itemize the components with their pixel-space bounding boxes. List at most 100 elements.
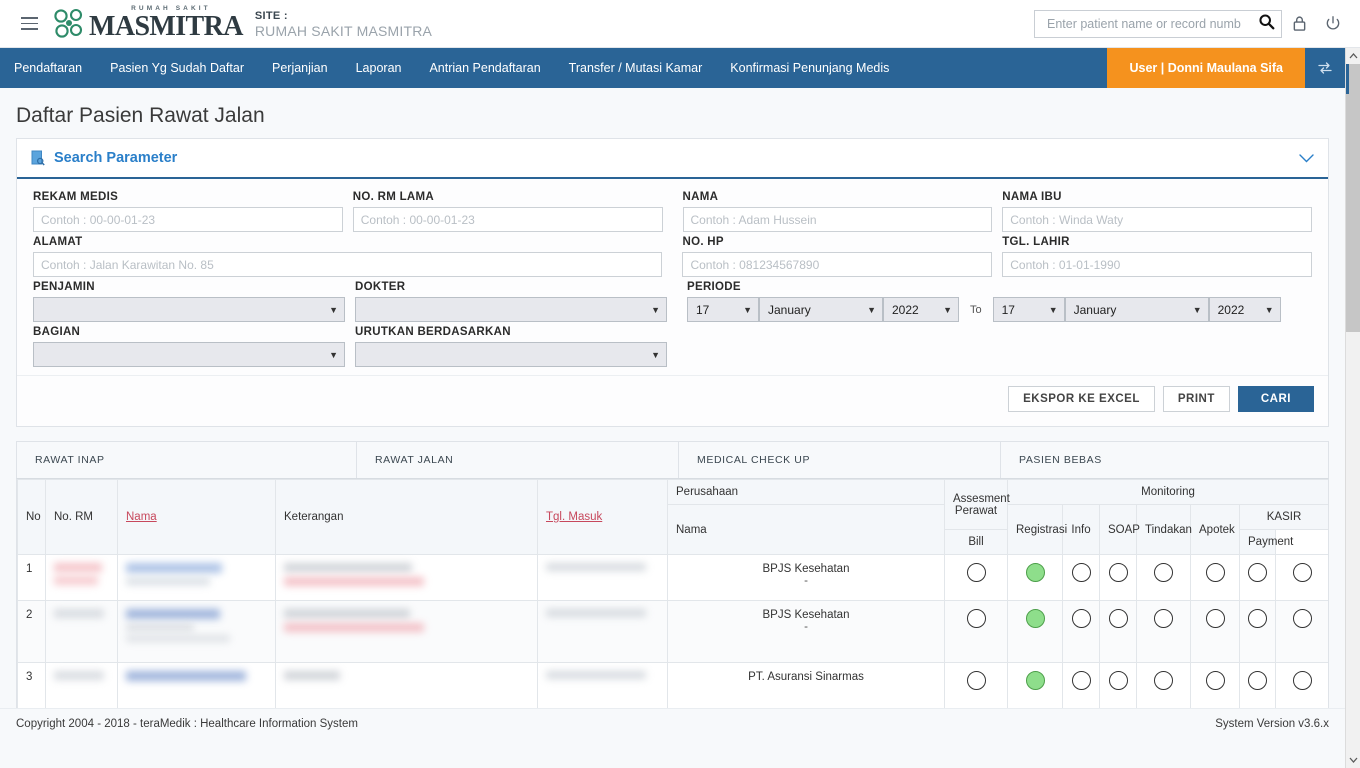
nav-item-perjanjian[interactable]: Perjanjian xyxy=(258,48,342,88)
swap-icon[interactable] xyxy=(1305,48,1345,88)
input-no-hp[interactable] xyxy=(682,252,993,277)
status-dot-registrasi[interactable] xyxy=(1025,563,1045,582)
search-panel-header[interactable]: Search Parameter xyxy=(17,139,1328,179)
tab-medical-check-up[interactable]: MEDICAL CHECK UP xyxy=(679,442,1001,478)
vertical-scrollbar-thumb[interactable] xyxy=(1346,64,1360,332)
nav-item-pasien-yg-sudah-daftar[interactable]: Pasien Yg Sudah Daftar xyxy=(96,48,258,88)
status-dot-info[interactable] xyxy=(1071,563,1091,582)
status-dot-bill[interactable] xyxy=(1248,671,1267,690)
status-dot-apotek[interactable] xyxy=(1205,671,1225,690)
nav-item-laporan[interactable]: Laporan xyxy=(342,48,416,88)
scroll-down-arrow-icon[interactable] xyxy=(1346,752,1360,768)
select-periode-from-year[interactable]: 2022 ▼ xyxy=(883,297,959,322)
periode-to-label: To xyxy=(970,304,982,316)
select-penjamin[interactable]: ▼ xyxy=(33,297,345,322)
table-row[interactable]: 2 BPJS Kesehatan - xyxy=(17,600,1328,663)
status-dot-registrasi[interactable] xyxy=(1025,609,1045,628)
input-no-rm-lama[interactable] xyxy=(352,207,663,232)
select-periode-until-month[interactable]: January ▼ xyxy=(1064,297,1209,322)
cell-apotek xyxy=(1190,554,1240,601)
chevron-down-icon: ▼ xyxy=(943,304,952,315)
status-dot-payment[interactable] xyxy=(1292,563,1312,582)
select-dokter[interactable]: ▼ xyxy=(355,297,667,322)
vertical-scrollbar[interactable] xyxy=(1345,48,1360,768)
cell-perusahaan: BPJS Kesehatan - xyxy=(667,554,945,601)
cell-info xyxy=(1062,600,1100,663)
cell-soap xyxy=(1099,662,1137,709)
select-periode-until-year[interactable]: 2022 ▼ xyxy=(1208,297,1281,322)
status-dot-payment[interactable] xyxy=(1292,671,1312,690)
cell-nama-redacted xyxy=(117,554,276,601)
chevron-down-icon: ▼ xyxy=(1048,304,1058,315)
cell-tgl-masuk-redacted xyxy=(537,600,668,663)
status-dot-apotek[interactable] xyxy=(1205,609,1225,628)
status-dot-soap[interactable] xyxy=(1108,609,1128,628)
status-dot-tindakan[interactable] xyxy=(1154,563,1173,582)
chevron-down-icon: ▼ xyxy=(743,304,752,315)
status-dot-tindakan[interactable] xyxy=(1154,609,1173,628)
status-dot-info[interactable] xyxy=(1071,609,1091,628)
nav-item-transfer-mutasi-kamar[interactable]: Transfer / Mutasi Kamar xyxy=(555,48,717,88)
input-rekam-medis[interactable] xyxy=(33,207,343,232)
search-icon[interactable] xyxy=(1258,13,1275,35)
label-no-rm-lama: NO. RM LAMA xyxy=(352,191,434,203)
print-button[interactable]: PRINT xyxy=(1162,386,1230,412)
status-dot-assesment[interactable] xyxy=(966,563,986,582)
user-badge[interactable]: User | Donni Maulana Sifa xyxy=(1107,48,1305,88)
search-input[interactable] xyxy=(1045,15,1258,32)
tab-pasien-bebas[interactable]: PASIEN BEBAS xyxy=(1001,442,1326,478)
status-dot-registrasi[interactable] xyxy=(1025,671,1045,690)
status-dot-assesment[interactable] xyxy=(966,609,986,628)
select-periode-until-day[interactable]: 17 ▼ xyxy=(992,297,1065,322)
status-dot-soap[interactable] xyxy=(1108,671,1128,690)
label-periode: PERIODE xyxy=(687,281,741,293)
power-icon[interactable] xyxy=(1316,7,1350,41)
nav-item-konfirmasi-penunjang-medis[interactable]: Konfirmasi Penunjang Medis xyxy=(716,48,903,88)
periode-from-year-value: 2022 xyxy=(892,302,919,317)
chevron-down-icon: ▼ xyxy=(1264,304,1274,315)
tab-rawat-jalan[interactable]: RAWAT JALAN xyxy=(357,442,679,478)
status-dot-payment[interactable] xyxy=(1292,609,1312,628)
input-nama[interactable] xyxy=(682,207,993,232)
table-row[interactable]: 3 PT. Asuransi Sinarmas xyxy=(17,662,1328,709)
cari-button[interactable]: CARI xyxy=(1237,386,1314,412)
input-alamat[interactable] xyxy=(33,252,663,277)
th-assesment-perawat: Assesment Perawat xyxy=(944,479,1010,530)
cell-tindakan xyxy=(1136,554,1191,601)
cell-keterangan-redacted xyxy=(275,600,538,663)
select-periode-from-day[interactable]: 17 ▼ xyxy=(687,297,759,322)
cell-perusahaan-sub: - xyxy=(804,575,808,587)
th-tgl-masuk-sort-link[interactable]: Tgl. Masuk xyxy=(546,511,602,523)
input-tgl-lahir[interactable] xyxy=(1002,252,1312,277)
label-penjamin: PENJAMIN xyxy=(33,281,95,293)
status-dot-soap[interactable] xyxy=(1108,563,1128,582)
nav-item-pendaftaran[interactable]: Pendaftaran xyxy=(0,48,96,88)
input-nama-ibu[interactable] xyxy=(1002,207,1312,232)
status-dot-bill[interactable] xyxy=(1248,563,1267,582)
status-dot-info[interactable] xyxy=(1071,671,1091,690)
hamburger-icon[interactable] xyxy=(12,17,46,30)
table-row[interactable]: 1 BPJS Kesehatan - xyxy=(17,554,1328,601)
status-dot-tindakan[interactable] xyxy=(1154,671,1173,690)
status-dot-assesment[interactable] xyxy=(966,671,986,690)
app-root: RUMAH SAKIT MASMITRA SITE : RUMAH SAKIT … xyxy=(0,0,1360,768)
chevron-down-icon[interactable] xyxy=(1299,151,1314,166)
select-urutkan-berdasarkan[interactable]: ▼ xyxy=(355,342,667,367)
status-dot-apotek[interactable] xyxy=(1205,563,1225,582)
global-search[interactable] xyxy=(1034,9,1282,38)
form-row-4: BAGIAN ▼ URUTKAN BERDASARKAN ▼ xyxy=(33,326,1312,367)
tab-rawat-inap[interactable]: RAWAT INAP xyxy=(17,442,357,478)
select-bagian[interactable]: ▼ xyxy=(33,342,345,367)
scroll-up-arrow-icon[interactable] xyxy=(1346,48,1360,64)
field-bagian: BAGIAN ▼ xyxy=(33,326,345,367)
th-nama-sort-link[interactable]: Nama xyxy=(126,511,157,523)
form-row-1: REKAM MEDIS NO. RM LAMA NAMA NAMA IBU xyxy=(33,191,1312,232)
nav-item-antrian-pendaftaran[interactable]: Antrian Pendaftaran xyxy=(415,48,554,88)
th-nama: Nama xyxy=(117,479,276,555)
ekspor-ke-excel-button[interactable]: EKSPOR KE EXCEL xyxy=(1008,386,1155,412)
th-monitoring: Monitoring xyxy=(1006,479,1328,505)
select-periode-from-month[interactable]: January ▼ xyxy=(759,297,883,322)
lock-icon[interactable] xyxy=(1282,7,1316,41)
brand-logo[interactable]: RUMAH SAKIT MASMITRA xyxy=(52,5,243,42)
status-dot-bill[interactable] xyxy=(1248,609,1267,628)
